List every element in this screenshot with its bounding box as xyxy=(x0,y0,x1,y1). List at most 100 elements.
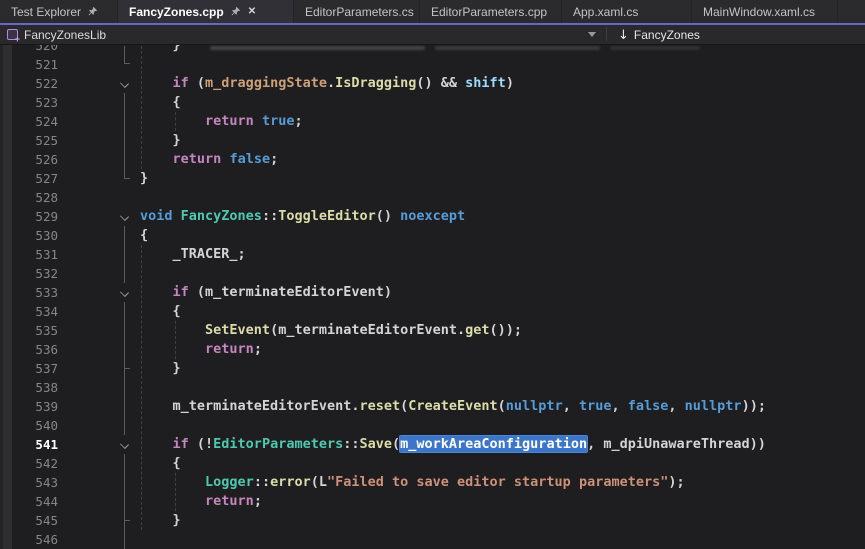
code-token: ) xyxy=(384,284,392,300)
code-line[interactable]: } xyxy=(140,45,181,55)
code-line[interactable]: if (m_draggingState.IsDragging() && shif… xyxy=(140,74,514,93)
scope-name: FancyZones xyxy=(634,28,700,42)
code-token: , xyxy=(563,398,579,414)
code-token: ToggleEditor xyxy=(278,208,376,224)
code-token: } xyxy=(140,45,181,53)
code-token: } xyxy=(140,360,181,376)
code-line[interactable]: return false; xyxy=(140,150,278,169)
project-name: FancyZonesLib xyxy=(24,28,106,42)
code-token: shift xyxy=(465,75,506,91)
tab-editorparameters-cs[interactable]: EditorParameters.cs xyxy=(294,0,420,23)
code-line[interactable]: { xyxy=(140,302,181,321)
navigation-bar: FancyZonesLib ↓ FancyZones xyxy=(0,25,865,45)
code-token: if xyxy=(173,284,189,300)
code-line[interactable]: return true; xyxy=(140,112,303,131)
code-token: { xyxy=(140,455,181,471)
code-token: )); xyxy=(742,398,766,414)
code-line[interactable]: } xyxy=(140,359,181,378)
pin-icon[interactable] xyxy=(230,6,241,17)
code-line[interactable]: } xyxy=(140,131,181,150)
code-line[interactable]: return; xyxy=(140,340,262,359)
indent-guide xyxy=(141,46,142,169)
code-token: () xyxy=(376,208,400,224)
code-token xyxy=(140,322,205,338)
code-token: get xyxy=(465,322,489,338)
code-token: m_terminateEditorEvent xyxy=(278,322,457,338)
code-line[interactable]: _TRACER_; xyxy=(140,245,246,264)
code-line[interactable]: Logger::error(L"Failed to save editor st… xyxy=(140,473,685,492)
code-token: error xyxy=(270,474,311,490)
pin-icon[interactable] xyxy=(87,6,98,17)
tab-label: FancyZones.cpp xyxy=(129,5,224,19)
code-line[interactable]: { xyxy=(140,226,148,245)
code-editor[interactable]: 5205215225235245255265275285295305315325… xyxy=(0,45,865,549)
code-token: SetEvent xyxy=(205,322,270,338)
indent-guide xyxy=(175,473,176,511)
code-token: m_draggingState xyxy=(205,75,327,91)
code-token: ( xyxy=(498,398,506,414)
project-dropdown[interactable]: FancyZonesLib xyxy=(0,28,106,42)
tab-editorparameters-cpp[interactable]: EditorParameters.cpp xyxy=(420,0,562,23)
code-line[interactable]: SetEvent(m_terminateEditorEvent.get()); xyxy=(140,321,522,340)
code-line[interactable]: void FancyZones::ToggleEditor() noexcept xyxy=(140,207,465,226)
code-line[interactable]: return; xyxy=(140,492,262,511)
code-token: void xyxy=(140,208,173,224)
code-token: false xyxy=(229,151,270,167)
tab-test-explorer[interactable]: Test Explorer xyxy=(0,0,118,23)
code-token: { xyxy=(140,94,181,110)
code-token: CreateEvent xyxy=(408,398,497,414)
code-token: (! xyxy=(189,436,213,452)
code-token xyxy=(140,493,205,509)
code-line[interactable]: { xyxy=(140,93,181,112)
code-token: . xyxy=(457,322,465,338)
code-token: return xyxy=(205,493,254,509)
code-line[interactable]: m_terminateEditorEvent.reset(CreateEvent… xyxy=(140,397,766,416)
code-line[interactable]: } xyxy=(140,169,148,188)
code-token: m_dpiUnawareThread xyxy=(603,436,749,452)
tab-label: Test Explorer xyxy=(11,5,81,19)
code-token: true xyxy=(262,113,295,129)
selected-text: m_workAreaConfiguration xyxy=(400,436,587,452)
code-token: reset xyxy=(359,398,400,414)
code-line[interactable]: if (!EditorParameters::Save(m_workAreaCo… xyxy=(140,435,766,454)
scope-dropdown[interactable]: ↓ FancyZones xyxy=(618,25,700,45)
indent-guide xyxy=(175,321,176,359)
code-token: :: xyxy=(343,436,359,452)
code-token: ( xyxy=(189,284,205,300)
code-line[interactable]: if (m_terminateEditorEvent) xyxy=(140,283,392,302)
code-token: ; xyxy=(254,493,262,509)
code-token xyxy=(140,398,173,414)
code-token: ( xyxy=(392,436,400,452)
close-icon[interactable]: ✕ xyxy=(247,6,257,17)
code-line[interactable]: } xyxy=(140,511,181,530)
tab-label: EditorParameters.cpp xyxy=(431,5,547,19)
code-token: :: xyxy=(254,474,270,490)
code-token: ; xyxy=(254,341,262,357)
code-token: return xyxy=(173,151,222,167)
code-line[interactable]: { xyxy=(140,454,181,473)
chevron-down-icon[interactable] xyxy=(588,32,596,37)
code-area[interactable]: } if (m_draggingState.IsDragging() && sh… xyxy=(0,45,865,549)
code-token: if xyxy=(173,75,189,91)
code-token xyxy=(173,208,181,224)
code-token: true xyxy=(579,398,612,414)
code-token: ()); xyxy=(490,322,523,338)
document-tab-bar: Test Explorer FancyZones.cpp ✕ EditorParame… xyxy=(0,0,865,25)
code-token xyxy=(140,436,173,452)
code-token: ( xyxy=(270,322,278,338)
vs-editor-window: Test Explorer FancyZones.cpp ✕ EditorParame… xyxy=(0,0,865,549)
code-token: , xyxy=(668,398,684,414)
code-token: ); xyxy=(668,474,684,490)
tab-fancyzones-cpp[interactable]: FancyZones.cpp ✕ xyxy=(118,0,294,23)
down-arrow-icon: ↓ xyxy=(618,29,629,42)
tab-mainwindow-xaml-cs[interactable]: MainWindow.xaml.cs xyxy=(692,0,838,23)
code-token: Logger xyxy=(205,474,254,490)
code-token: EditorParameters xyxy=(213,436,343,452)
code-token: IsDragging xyxy=(335,75,416,91)
code-token: "Failed to save editor startup parameter… xyxy=(327,474,668,490)
tab-app-xaml-cs[interactable]: App.xaml.cs xyxy=(562,0,692,23)
code-token: :: xyxy=(262,208,278,224)
navbar-separator xyxy=(606,27,607,41)
code-token: ) xyxy=(506,75,514,91)
code-token: nullptr xyxy=(506,398,563,414)
